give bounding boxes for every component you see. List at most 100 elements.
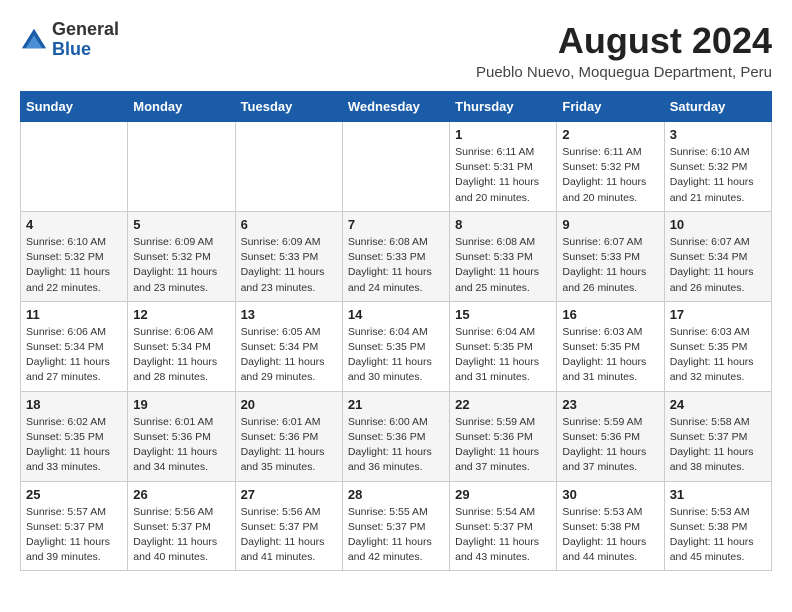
cell-info: Sunrise: 6:07 AM Sunset: 5:34 PM Dayligh…	[670, 235, 766, 296]
weekday-header: Friday	[557, 92, 664, 122]
day-number: 13	[241, 307, 337, 322]
calendar-cell: 11 Sunrise: 6:06 AM Sunset: 5:34 PM Dayli…	[21, 301, 128, 391]
location: Pueblo Nuevo, Moquegua Department, Peru	[476, 64, 772, 81]
cell-info: Sunrise: 5:56 AM Sunset: 5:37 PM Dayligh…	[133, 505, 229, 566]
calendar-cell	[342, 122, 449, 212]
cell-info: Sunrise: 5:57 AM Sunset: 5:37 PM Dayligh…	[26, 505, 122, 566]
calendar-cell: 19 Sunrise: 6:01 AM Sunset: 5:36 PM Dayli…	[128, 391, 235, 481]
day-number: 19	[133, 397, 229, 412]
day-number: 4	[26, 217, 122, 232]
day-number: 23	[562, 397, 658, 412]
day-number: 14	[348, 307, 444, 322]
calendar-cell: 2 Sunrise: 6:11 AM Sunset: 5:32 PM Daylig…	[557, 122, 664, 212]
weekday-header: Saturday	[664, 92, 771, 122]
day-number: 22	[455, 397, 551, 412]
day-number: 11	[26, 307, 122, 322]
calendar-cell: 18Sunrise: 6:02 AM Sunset: 5:35 PM Dayli…	[21, 391, 128, 481]
calendar-week-row: 1 Sunrise: 6:11 AM Sunset: 5:31 PM Daylig…	[21, 122, 772, 212]
logo: General Blue	[20, 20, 119, 60]
calendar-cell: 16Sunrise: 6:03 AM Sunset: 5:35 PM Dayli…	[557, 301, 664, 391]
calendar-cell: 8 Sunrise: 6:08 AM Sunset: 5:33 PM Daylig…	[450, 211, 557, 301]
day-number: 26	[133, 487, 229, 502]
calendar-cell	[128, 122, 235, 212]
calendar-cell: 24Sunrise: 5:58 AM Sunset: 5:37 PM Dayli…	[664, 391, 771, 481]
cell-info: Sunrise: 6:06 AM Sunset: 5:34 PM Dayligh…	[26, 325, 122, 386]
calendar-cell: 15 Sunrise: 6:04 AM Sunset: 5:35 PM Dayli…	[450, 301, 557, 391]
day-number: 5	[133, 217, 229, 232]
cell-info: Sunrise: 6:11 AM Sunset: 5:31 PM Dayligh…	[455, 145, 551, 206]
day-number: 31	[670, 487, 766, 502]
calendar-week-row: 4 Sunrise: 6:10 AM Sunset: 5:32 PM Daylig…	[21, 211, 772, 301]
day-number: 7	[348, 217, 444, 232]
month-year: August 2024	[476, 20, 772, 62]
calendar-week-row: 25Sunrise: 5:57 AM Sunset: 5:37 PM Dayli…	[21, 481, 772, 571]
weekday-header: Sunday	[21, 92, 128, 122]
calendar-cell: 30Sunrise: 5:53 AM Sunset: 5:38 PM Dayli…	[557, 481, 664, 571]
day-number: 27	[241, 487, 337, 502]
calendar-cell: 20 Sunrise: 6:01 AM Sunset: 5:36 PM Dayli…	[235, 391, 342, 481]
calendar-cell: 28 Sunrise: 5:55 AM Sunset: 5:37 PM Dayli…	[342, 481, 449, 571]
logo-blue: Blue	[52, 40, 119, 60]
day-number: 29	[455, 487, 551, 502]
day-number: 2	[562, 127, 658, 142]
cell-info: Sunrise: 6:00 AM Sunset: 5:36 PM Dayligh…	[348, 415, 444, 476]
cell-info: Sunrise: 6:01 AM Sunset: 5:36 PM Dayligh…	[133, 415, 229, 476]
day-number: 3	[670, 127, 766, 142]
day-number: 1	[455, 127, 551, 142]
cell-info: Sunrise: 5:54 AM Sunset: 5:37 PM Dayligh…	[455, 505, 551, 566]
cell-info: Sunrise: 5:59 AM Sunset: 5:36 PM Dayligh…	[455, 415, 551, 476]
calendar-cell: 9Sunrise: 6:07 AM Sunset: 5:33 PM Daylig…	[557, 211, 664, 301]
day-number: 20	[241, 397, 337, 412]
calendar-cell: 22 Sunrise: 5:59 AM Sunset: 5:36 PM Dayli…	[450, 391, 557, 481]
weekday-header: Tuesday	[235, 92, 342, 122]
cell-info: Sunrise: 6:04 AM Sunset: 5:35 PM Dayligh…	[455, 325, 551, 386]
calendar-cell: 5 Sunrise: 6:09 AM Sunset: 5:32 PM Daylig…	[128, 211, 235, 301]
calendar-cell: 21 Sunrise: 6:00 AM Sunset: 5:36 PM Dayli…	[342, 391, 449, 481]
logo-general: General	[52, 20, 119, 40]
page-header: General Blue August 2024 Pueblo Nuevo, M…	[20, 20, 772, 81]
calendar-cell: 1 Sunrise: 6:11 AM Sunset: 5:31 PM Daylig…	[450, 122, 557, 212]
day-number: 28	[348, 487, 444, 502]
cell-info: Sunrise: 5:56 AM Sunset: 5:37 PM Dayligh…	[241, 505, 337, 566]
calendar-cell: 29 Sunrise: 5:54 AM Sunset: 5:37 PM Dayli…	[450, 481, 557, 571]
weekday-header: Thursday	[450, 92, 557, 122]
cell-info: Sunrise: 6:06 AM Sunset: 5:34 PM Dayligh…	[133, 325, 229, 386]
logo-text: General Blue	[52, 20, 119, 60]
title-block: August 2024 Pueblo Nuevo, Moquegua Depar…	[476, 20, 772, 81]
logo-icon	[20, 26, 48, 54]
day-number: 6	[241, 217, 337, 232]
calendar-cell: 13 Sunrise: 6:05 AM Sunset: 5:34 PM Dayli…	[235, 301, 342, 391]
cell-info: Sunrise: 6:01 AM Sunset: 5:36 PM Dayligh…	[241, 415, 337, 476]
calendar-cell: 6 Sunrise: 6:09 AM Sunset: 5:33 PM Daylig…	[235, 211, 342, 301]
cell-info: Sunrise: 6:11 AM Sunset: 5:32 PM Dayligh…	[562, 145, 658, 206]
day-number: 8	[455, 217, 551, 232]
day-number: 10	[670, 217, 766, 232]
weekday-header-row: SundayMondayTuesdayWednesdayThursdayFrid…	[21, 92, 772, 122]
calendar-cell: 23 Sunrise: 5:59 AM Sunset: 5:36 PM Dayli…	[557, 391, 664, 481]
cell-info: Sunrise: 6:09 AM Sunset: 5:33 PM Dayligh…	[241, 235, 337, 296]
cell-info: Sunrise: 6:09 AM Sunset: 5:32 PM Dayligh…	[133, 235, 229, 296]
cell-info: Sunrise: 6:10 AM Sunset: 5:32 PM Dayligh…	[670, 145, 766, 206]
calendar-cell: 31 Sunrise: 5:53 AM Sunset: 5:38 PM Dayli…	[664, 481, 771, 571]
cell-info: Sunrise: 6:05 AM Sunset: 5:34 PM Dayligh…	[241, 325, 337, 386]
cell-info: Sunrise: 6:10 AM Sunset: 5:32 PM Dayligh…	[26, 235, 122, 296]
day-number: 15	[455, 307, 551, 322]
weekday-header: Monday	[128, 92, 235, 122]
cell-info: Sunrise: 6:08 AM Sunset: 5:33 PM Dayligh…	[455, 235, 551, 296]
calendar-cell	[235, 122, 342, 212]
cell-info: Sunrise: 5:53 AM Sunset: 5:38 PM Dayligh…	[670, 505, 766, 566]
calendar-table: SundayMondayTuesdayWednesdayThursdayFrid…	[20, 91, 772, 571]
cell-info: Sunrise: 6:04 AM Sunset: 5:35 PM Dayligh…	[348, 325, 444, 386]
day-number: 21	[348, 397, 444, 412]
weekday-header: Wednesday	[342, 92, 449, 122]
day-number: 12	[133, 307, 229, 322]
cell-info: Sunrise: 6:07 AM Sunset: 5:33 PM Dayligh…	[562, 235, 658, 296]
calendar-week-row: 18Sunrise: 6:02 AM Sunset: 5:35 PM Dayli…	[21, 391, 772, 481]
cell-info: Sunrise: 5:55 AM Sunset: 5:37 PM Dayligh…	[348, 505, 444, 566]
calendar-cell: 25Sunrise: 5:57 AM Sunset: 5:37 PM Dayli…	[21, 481, 128, 571]
calendar-cell: 12 Sunrise: 6:06 AM Sunset: 5:34 PM Dayli…	[128, 301, 235, 391]
cell-info: Sunrise: 5:53 AM Sunset: 5:38 PM Dayligh…	[562, 505, 658, 566]
cell-info: Sunrise: 5:59 AM Sunset: 5:36 PM Dayligh…	[562, 415, 658, 476]
calendar-cell: 7Sunrise: 6:08 AM Sunset: 5:33 PM Daylig…	[342, 211, 449, 301]
day-number: 16	[562, 307, 658, 322]
